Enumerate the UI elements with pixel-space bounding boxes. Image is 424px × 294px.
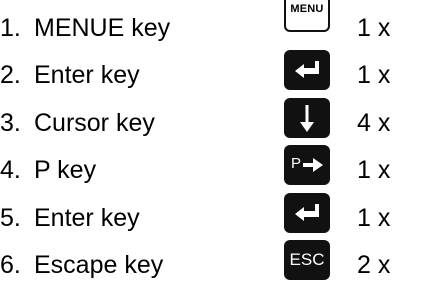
- step-row-3: 3. Cursor key 4 x: [0, 95, 424, 143]
- step-label: MENUE key: [34, 14, 171, 42]
- esc-key-text: ESC: [289, 250, 325, 269]
- step-row-5: 5. Enter key 1 x: [0, 190, 424, 238]
- key-sequence-list: 1. MENUE key MENU 1 x 2. Enter key 1 x 3…: [0, 0, 424, 294]
- step-row-2: 2. Enter key 1 x: [0, 47, 424, 95]
- step-number: 3.: [0, 109, 21, 137]
- step-row-1: 1. MENUE key MENU 1 x: [0, 0, 424, 48]
- right-arrow-icon: [303, 158, 323, 172]
- step-row-6: 6. Escape key ESC 2 x: [0, 237, 424, 285]
- step-count: 1 x: [357, 14, 391, 42]
- step-label: Enter key: [34, 61, 140, 89]
- cursor-down-key-icon: [284, 98, 330, 138]
- step-number: 4.: [0, 156, 21, 184]
- esc-key-icon: ESC: [284, 240, 330, 280]
- step-number: 5.: [0, 204, 21, 232]
- step-count: 1 x: [357, 156, 391, 184]
- enter-key-icon: [284, 193, 330, 233]
- enter-arrow-icon: [295, 204, 319, 221]
- step-row-4: 4. P key P 1 x: [0, 142, 424, 190]
- step-label: Escape key: [34, 251, 164, 279]
- step-count: 2 x: [357, 251, 391, 279]
- enter-arrow-icon: [295, 61, 319, 78]
- step-label: Enter key: [34, 204, 140, 232]
- step-label: Cursor key: [34, 109, 155, 137]
- p-key-icon: P: [284, 145, 330, 185]
- enter-key-icon: [284, 50, 330, 90]
- menu-key-text: MENU: [290, 3, 324, 15]
- step-count: 4 x: [357, 109, 391, 137]
- step-count: 1 x: [357, 204, 391, 232]
- step-number: 6.: [0, 251, 21, 279]
- step-label: P key: [34, 156, 97, 184]
- menu-key-icon: MENU: [284, 0, 330, 32]
- down-arrow-icon: [300, 105, 314, 132]
- step-count: 1 x: [357, 61, 391, 89]
- step-number: 2.: [0, 61, 21, 89]
- step-number: 1.: [0, 14, 21, 42]
